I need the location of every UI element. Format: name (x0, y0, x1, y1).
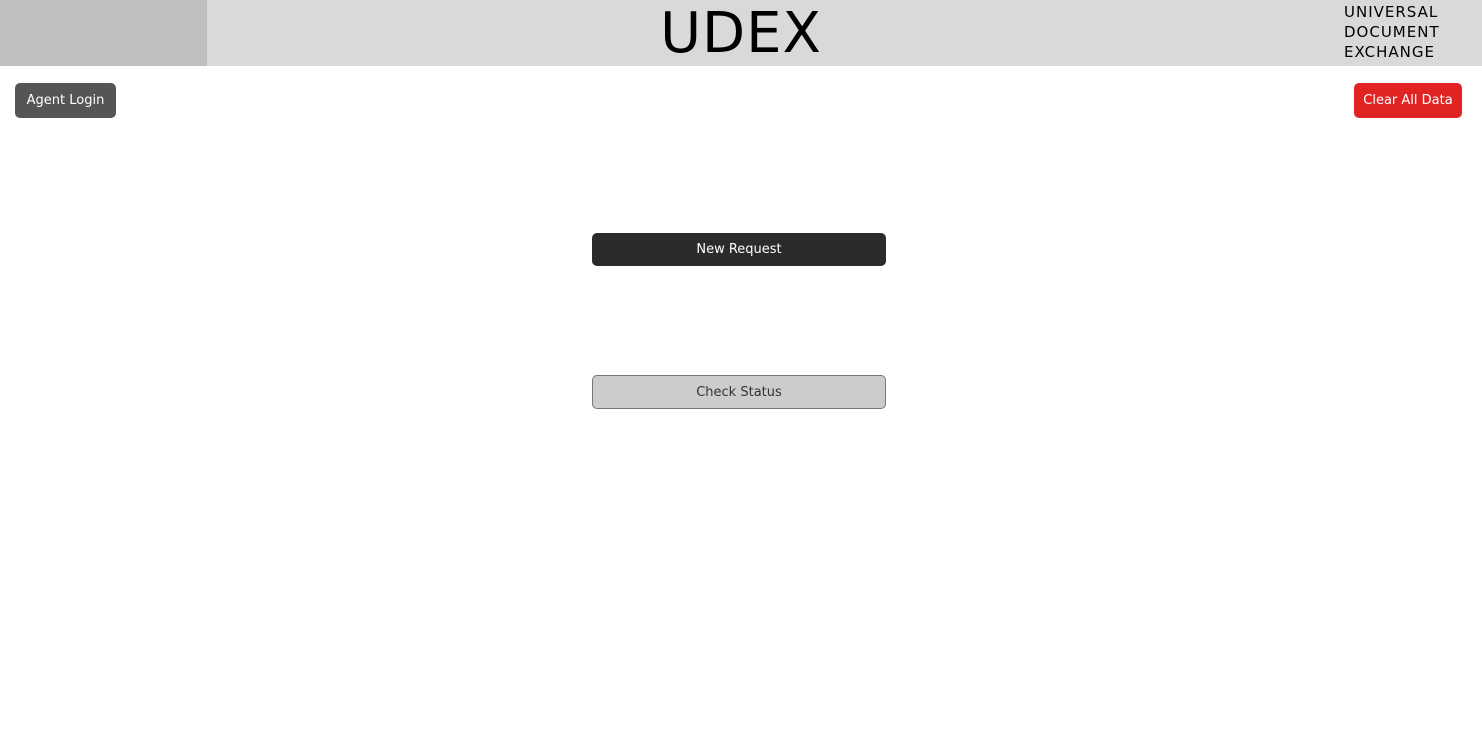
tagline-line-3: EXCHANGE (1344, 43, 1435, 61)
clear-all-data-button[interactable]: Clear All Data (1354, 83, 1462, 118)
agent-login-button[interactable]: Agent Login (15, 83, 116, 118)
tagline-line-2: DOCUMENT (1344, 23, 1440, 41)
app-tagline: UNIVERSAL DOCUMENT EXCHANGE (1344, 2, 1440, 62)
tagline-line-1: UNIVERSAL (1344, 3, 1439, 21)
new-request-button[interactable]: New Request (592, 233, 886, 266)
check-status-button[interactable]: Check Status (592, 375, 886, 409)
app-title: UDEX (660, 1, 822, 66)
header-bar: UDEX UNIVERSAL DOCUMENT EXCHANGE (0, 0, 1482, 66)
